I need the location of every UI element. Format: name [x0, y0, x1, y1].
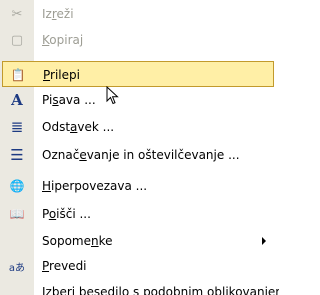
menu-item-label: Poišči ... [42, 207, 91, 221]
menu-item-poisci[interactable]: 📖 Poišči ... [2, 201, 274, 227]
menu-item-prevedi[interactable]: aあ Prevedi [2, 253, 274, 279]
menu-item-label: Prilepi [43, 68, 80, 82]
scissors-icon: ✂ [11, 6, 23, 22]
menu-item-pisava[interactable]: A Pisava ... [2, 87, 274, 113]
research-icon: 📖 [9, 207, 25, 221]
context-menu: ✂ Izreži ▢ Kopiraj 📋 Prilepi A Pisava ..… [0, 0, 279, 295]
menu-item-label: Hiperpovezava ... [42, 179, 148, 193]
menu-item-oznacevanje[interactable]: ☰ Označevanje in oštevilčevanje ... [2, 142, 274, 168]
menu-item-izberi-besedilo[interactable]: Izberi besedilo s podobnim oblikovanjem [2, 279, 279, 295]
bullets-numbering-icon: ☰ [10, 146, 24, 164]
menu-item-label: Označevanje in oštevilčevanje ... [42, 148, 240, 162]
menu-item-label: Pisava ... [42, 93, 96, 107]
hyperlink-icon: 🌐 [9, 179, 25, 193]
menu-item-odstavek[interactable]: ≣ Odstavek ... [2, 114, 274, 140]
menu-item-label: Izreži [42, 7, 74, 21]
menu-item-sopomenke[interactable]: Sopomenke [2, 228, 274, 254]
paste-icon: 📋 [10, 68, 26, 82]
menu-item-label: Prevedi [42, 259, 87, 273]
copy-icon: ▢ [10, 32, 24, 48]
mouse-pointer-icon [106, 86, 119, 105]
menu-item-izrezi[interactable]: ✂ Izreži [2, 1, 274, 27]
menu-item-label: Izberi besedilo s podobnim oblikovanjem [42, 285, 279, 295]
paragraph-icon: ≣ [10, 118, 24, 136]
translate-icon: aあ [8, 262, 26, 274]
submenu-arrow-icon [262, 237, 266, 245]
menu-item-hiperpovezava[interactable]: 🌐 Hiperpovezava ... [2, 173, 274, 199]
menu-item-kopiraj[interactable]: ▢ Kopiraj [2, 27, 274, 53]
menu-item-label: Kopiraj [42, 33, 84, 47]
menu-item-label: Sopomenke [42, 234, 113, 248]
menu-item-prilepi[interactable]: 📋 Prilepi [2, 61, 274, 87]
menu-item-label: Odstavek ... [42, 120, 115, 134]
font-icon: A [11, 91, 23, 109]
